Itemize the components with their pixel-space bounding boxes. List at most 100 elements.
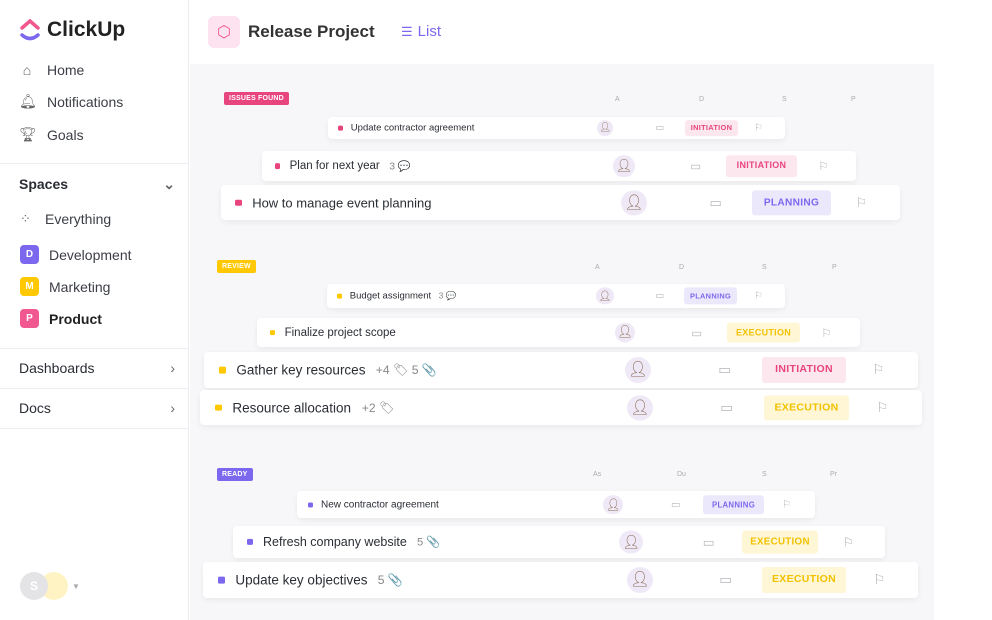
assignee-avatar[interactable]: 👤︎ — [619, 530, 643, 554]
status-pill[interactable]: EXECUTION — [764, 394, 849, 421]
column-header[interactable]: Pr — [830, 471, 837, 478]
sidebar-item-docs[interactable]: Docs › — [19, 400, 175, 416]
calendar-icon[interactable]: ▭ — [655, 123, 664, 134]
docs-label: Docs — [19, 400, 51, 416]
priority-flag-icon[interactable]: ⚐ — [873, 572, 885, 588]
task-name[interactable]: Refresh company website — [263, 535, 407, 549]
column-header[interactable]: P — [851, 96, 856, 103]
column-header[interactable]: A — [595, 264, 600, 271]
status-pill[interactable]: INITIATION — [726, 155, 797, 177]
calendar-icon[interactable]: ▭ — [655, 291, 664, 302]
sidebar-item-marketing[interactable]: M Marketing — [20, 277, 110, 296]
nav-label: Notifications — [47, 93, 124, 110]
task-row[interactable]: How to manage event planning 👤︎ ▭ PLANNING ⚐ — [221, 185, 900, 220]
divider — [0, 348, 189, 349]
chevron-right-icon: › — [170, 400, 175, 416]
priority-flag-icon[interactable]: ⚐ — [872, 362, 884, 378]
column-header[interactable]: Du — [677, 471, 686, 478]
spaces-header[interactable]: Spaces ⌄ — [19, 176, 175, 193]
sidebar-item-home[interactable]: ⌂ Home — [19, 62, 85, 78]
task-name[interactable]: New contractor agreement — [321, 499, 439, 510]
calendar-icon[interactable]: ▭ — [719, 572, 732, 588]
task-row[interactable]: New contractor agreement 👤︎ ▭ PLANNING ⚐ — [297, 491, 815, 518]
sidebar-item-product[interactable]: P Product — [20, 309, 102, 328]
priority-flag-icon[interactable]: ⚐ — [818, 159, 828, 173]
column-header[interactable]: S — [762, 471, 767, 478]
column-header[interactable]: A — [615, 96, 620, 103]
priority-flag-icon[interactable]: ⚐ — [821, 326, 831, 340]
task-row[interactable]: Refresh company website 5 📎 👤︎ ▭ EXECUTION ⚐ — [233, 526, 885, 558]
calendar-icon[interactable]: ▭ — [710, 195, 722, 211]
group-status-badge[interactable]: REVIEW — [217, 260, 256, 273]
task-name[interactable]: Plan for next year — [290, 160, 380, 172]
column-header[interactable]: D — [679, 264, 684, 271]
calendar-icon[interactable]: ▭ — [720, 400, 733, 416]
chevron-down-icon[interactable]: ⌄ — [163, 176, 175, 193]
task-name[interactable]: Budget assignment — [350, 291, 431, 302]
tab-list[interactable]: ☰ List — [401, 23, 441, 40]
calendar-icon[interactable]: ▭ — [703, 535, 715, 550]
sidebar-item-notifications[interactable]: 🔔︎ Notifications — [19, 93, 123, 110]
task-name[interactable]: Update key objectives — [235, 573, 367, 588]
group-status-badge[interactable]: ISSUES FOUND — [224, 92, 289, 105]
sidebar-item-goals[interactable]: 🏆︎ Goals — [19, 126, 84, 143]
status-pill[interactable]: EXECUTION — [727, 322, 800, 343]
task-meta: 5 📎 — [377, 573, 404, 587]
space-label: Everything — [45, 211, 112, 227]
column-header[interactable]: S — [782, 96, 787, 103]
space-label: Development — [49, 246, 132, 263]
column-header[interactable]: S — [762, 264, 767, 271]
task-row[interactable]: Gather key resources +4 🏷 5 📎 👤︎ ▭ INITIATIO… — [204, 352, 918, 388]
task-name[interactable]: How to manage event planning — [252, 195, 431, 210]
status-pill[interactable]: PLANNING — [703, 494, 764, 515]
calendar-icon[interactable]: ▭ — [718, 362, 731, 378]
assignee-avatar[interactable]: 👤︎ — [621, 189, 647, 216]
priority-flag-icon[interactable]: ⚐ — [856, 195, 868, 211]
assignee-avatar[interactable]: 👤︎ — [627, 567, 653, 593]
priority-flag-icon[interactable]: ⚐ — [876, 400, 888, 416]
sidebar-item-development[interactable]: D Development — [20, 245, 132, 264]
task-row[interactable]: Budget assignment 3 💬 👤︎ ▭ PLANNING ⚐ — [327, 284, 785, 308]
task-row[interactable]: Update contractor agreement 👤︎ ▭ INITIATION… — [328, 117, 785, 139]
space-label: Product — [49, 310, 102, 327]
assignee-avatar[interactable]: 👤︎ — [597, 120, 613, 136]
sidebar-item-everything[interactable]: ⁘ Everything — [20, 211, 111, 227]
column-header[interactable]: D — [699, 96, 704, 103]
assignee-avatar[interactable]: 👤︎ — [614, 322, 636, 343]
column-header[interactable]: P — [832, 264, 837, 271]
priority-flag-icon[interactable]: ⚐ — [782, 499, 791, 510]
priority-flag-icon[interactable]: ⚐ — [754, 123, 763, 134]
task-meta: 5 📎 — [417, 536, 441, 549]
status-pill[interactable]: INITIATION — [762, 357, 846, 383]
priority-flag-icon[interactable]: ⚐ — [843, 535, 854, 550]
assignee-avatar[interactable]: 👤︎ — [613, 155, 635, 177]
bell-icon: 🔔︎ — [19, 93, 37, 109]
task-row[interactable]: Resource allocation +2 🏷 👤︎ ▭ EXECUTION ⚐ — [200, 390, 922, 425]
status-pill[interactable]: PLANNING — [752, 189, 831, 216]
status-pill[interactable]: INITIATION — [685, 120, 738, 136]
task-row[interactable]: Update key objectives 5 📎 👤︎ ▭ EXECUTION ⚐ — [203, 562, 918, 598]
home-icon: ⌂ — [22, 62, 32, 78]
status-pill[interactable]: EXECUTION — [742, 530, 818, 554]
task-name[interactable]: Gather key resources — [236, 363, 365, 378]
sidebar-item-dashboards[interactable]: Dashboards › — [19, 360, 175, 376]
clickup-logo[interactable]: ClickUp — [19, 18, 125, 42]
priority-flag-icon[interactable]: ⚐ — [754, 291, 763, 302]
task-name[interactable]: Finalize project scope — [285, 327, 396, 339]
group-status-badge[interactable]: READY — [217, 468, 253, 481]
task-row[interactable]: Plan for next year 3 💬 👤︎ ▭ INITIATION ⚐ — [262, 151, 856, 181]
assignee-avatar[interactable]: 👤︎ — [627, 394, 653, 421]
assignee-avatar[interactable]: 👤︎ — [596, 287, 614, 305]
task-name[interactable]: Resource allocation — [232, 400, 351, 415]
status-pill[interactable]: EXECUTION — [762, 567, 846, 593]
column-header[interactable]: As — [593, 471, 601, 478]
status-pill[interactable]: PLANNING — [684, 287, 737, 305]
user-menu[interactable]: S ▼ — [20, 572, 80, 600]
calendar-icon[interactable]: ▭ — [671, 499, 680, 510]
task-row[interactable]: Finalize project scope 👤︎ ▭ EXECUTION ⚐ — [257, 318, 860, 347]
assignee-avatar[interactable]: 👤︎ — [625, 357, 651, 383]
calendar-icon[interactable]: ▭ — [691, 326, 702, 340]
calendar-icon[interactable]: ▭ — [690, 159, 701, 173]
task-name[interactable]: Update contractor agreement — [351, 123, 475, 134]
assignee-avatar[interactable]: 👤︎ — [603, 494, 623, 515]
